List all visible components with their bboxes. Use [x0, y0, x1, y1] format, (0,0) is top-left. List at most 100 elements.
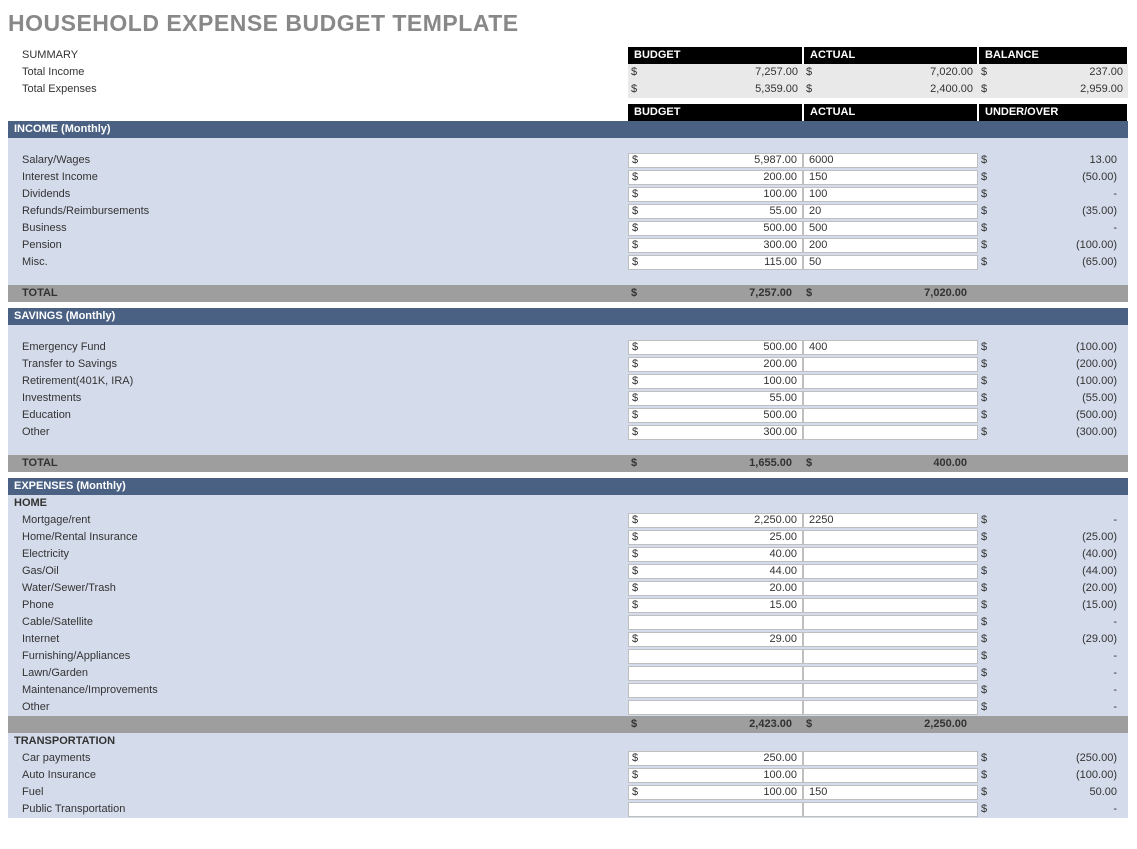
actual-cell[interactable]: [803, 390, 978, 407]
section-total: TOTAL $7,257.00 $7,020.00: [8, 285, 1128, 302]
line-item: Business $500.00 500 $-: [8, 220, 1128, 237]
budget-cell[interactable]: [628, 682, 803, 699]
uo-cell: $(300.00): [978, 424, 1128, 441]
uo-cell: $(40.00): [978, 546, 1128, 563]
budget-cell[interactable]: $55.00: [628, 203, 803, 220]
section-header: INCOME (Monthly): [8, 121, 1128, 138]
actual-cell[interactable]: [803, 373, 978, 390]
budget-cell[interactable]: $29.00: [628, 631, 803, 648]
budget-cell[interactable]: $500.00: [628, 339, 803, 356]
budget-cell[interactable]: $200.00: [628, 356, 803, 373]
line-item: Car payments $250.00 $(250.00): [8, 750, 1128, 767]
line-item: Home/Rental Insurance $25.00 $(25.00): [8, 529, 1128, 546]
line-item: Education $500.00 $(500.00): [8, 407, 1128, 424]
actual-cell[interactable]: 150: [803, 169, 978, 186]
budget-cell[interactable]: $44.00: [628, 563, 803, 580]
actual-cell[interactable]: [803, 767, 978, 784]
budget-cell[interactable]: [628, 648, 803, 665]
budget-cell[interactable]: $250.00: [628, 750, 803, 767]
budget-cell[interactable]: $25.00: [628, 529, 803, 546]
col-budget2: BUDGET: [628, 104, 803, 121]
line-item: Gas/Oil $44.00 $(44.00): [8, 563, 1128, 580]
budget-cell[interactable]: $20.00: [628, 580, 803, 597]
uo-cell: $(25.00): [978, 529, 1128, 546]
actual-cell[interactable]: [803, 682, 978, 699]
budget-cell[interactable]: $100.00: [628, 784, 803, 801]
actual-cell[interactable]: [803, 614, 978, 631]
line-item: Retirement(401K, IRA) $100.00 $(100.00): [8, 373, 1128, 390]
budget-cell[interactable]: $100.00: [628, 767, 803, 784]
category-header: HOME: [8, 495, 1128, 512]
uo-cell: $(100.00): [978, 373, 1128, 390]
budget-cell[interactable]: $40.00: [628, 546, 803, 563]
actual-cell[interactable]: [803, 546, 978, 563]
actual-cell[interactable]: [803, 563, 978, 580]
actual-cell[interactable]: [803, 699, 978, 716]
budget-cell[interactable]: $15.00: [628, 597, 803, 614]
line-item: Public Transportation $-: [8, 801, 1128, 818]
actual-cell[interactable]: [803, 648, 978, 665]
line-item: Interest Income $200.00 150 $(50.00): [8, 169, 1128, 186]
col-uo: UNDER/OVER: [978, 104, 1128, 121]
actual-cell[interactable]: 500: [803, 220, 978, 237]
budget-cell[interactable]: [628, 614, 803, 631]
actual-cell[interactable]: 20: [803, 203, 978, 220]
budget-cell[interactable]: $115.00: [628, 254, 803, 271]
budget-cell[interactable]: $300.00: [628, 237, 803, 254]
actual-cell[interactable]: 200: [803, 237, 978, 254]
budget-cell[interactable]: $500.00: [628, 407, 803, 424]
actual-cell[interactable]: [803, 801, 978, 818]
budget-cell[interactable]: $100.00: [628, 186, 803, 203]
section-total: TOTAL $1,655.00 $400.00: [8, 455, 1128, 472]
line-item: Lawn/Garden $-: [8, 665, 1128, 682]
actual-cell[interactable]: [803, 529, 978, 546]
actual-cell[interactable]: [803, 597, 978, 614]
budget-cell[interactable]: $55.00: [628, 390, 803, 407]
uo-cell: $(65.00): [978, 254, 1128, 271]
line-item: Refunds/Reimbursements $55.00 20 $(35.00…: [8, 203, 1128, 220]
budget-cell[interactable]: $100.00: [628, 373, 803, 390]
budget-cell[interactable]: [628, 801, 803, 818]
line-item: Investments $55.00 $(55.00): [8, 390, 1128, 407]
budget-cell[interactable]: [628, 665, 803, 682]
line-item: Pension $300.00 200 $(100.00): [8, 237, 1128, 254]
actual-cell[interactable]: 100: [803, 186, 978, 203]
summary-heading: SUMMARY: [8, 47, 628, 64]
budget-cell[interactable]: $200.00: [628, 169, 803, 186]
line-item: Electricity $40.00 $(40.00): [8, 546, 1128, 563]
actual-cell[interactable]: 400: [803, 339, 978, 356]
actual-cell[interactable]: 2250: [803, 512, 978, 529]
actual-cell[interactable]: [803, 665, 978, 682]
actual-cell[interactable]: 6000: [803, 152, 978, 169]
uo-cell: $(250.00): [978, 750, 1128, 767]
line-item: Water/Sewer/Trash $20.00 $(20.00): [8, 580, 1128, 597]
actual-cell[interactable]: [803, 407, 978, 424]
col-balance: BALANCE: [978, 47, 1128, 64]
budget-cell[interactable]: $500.00: [628, 220, 803, 237]
category-subtotal: $2,423.00 $2,250.00: [8, 716, 1128, 733]
line-item: Fuel $100.00 150 $50.00: [8, 784, 1128, 801]
uo-cell: $(200.00): [978, 356, 1128, 373]
actual-cell[interactable]: [803, 424, 978, 441]
category-header: TRANSPORTATION: [8, 733, 1128, 750]
uo-cell: $(100.00): [978, 237, 1128, 254]
line-item: Internet $29.00 $(29.00): [8, 631, 1128, 648]
actual-cell[interactable]: [803, 580, 978, 597]
uo-cell: $(15.00): [978, 597, 1128, 614]
uo-cell: $-: [978, 801, 1128, 818]
actual-cell[interactable]: [803, 631, 978, 648]
line-item: Misc. $115.00 50 $(65.00): [8, 254, 1128, 271]
uo-cell: $(44.00): [978, 563, 1128, 580]
uo-cell: $(55.00): [978, 390, 1128, 407]
actual-cell[interactable]: 50: [803, 254, 978, 271]
actual-cell[interactable]: 150: [803, 784, 978, 801]
budget-cell[interactable]: $5,987.00: [628, 152, 803, 169]
budget-cell[interactable]: $2,250.00: [628, 512, 803, 529]
budget-cell[interactable]: [628, 699, 803, 716]
uo-cell: $(500.00): [978, 407, 1128, 424]
actual-cell[interactable]: [803, 750, 978, 767]
line-item: Transfer to Savings $200.00 $(200.00): [8, 356, 1128, 373]
line-item: Auto Insurance $100.00 $(100.00): [8, 767, 1128, 784]
actual-cell[interactable]: [803, 356, 978, 373]
budget-cell[interactable]: $300.00: [628, 424, 803, 441]
